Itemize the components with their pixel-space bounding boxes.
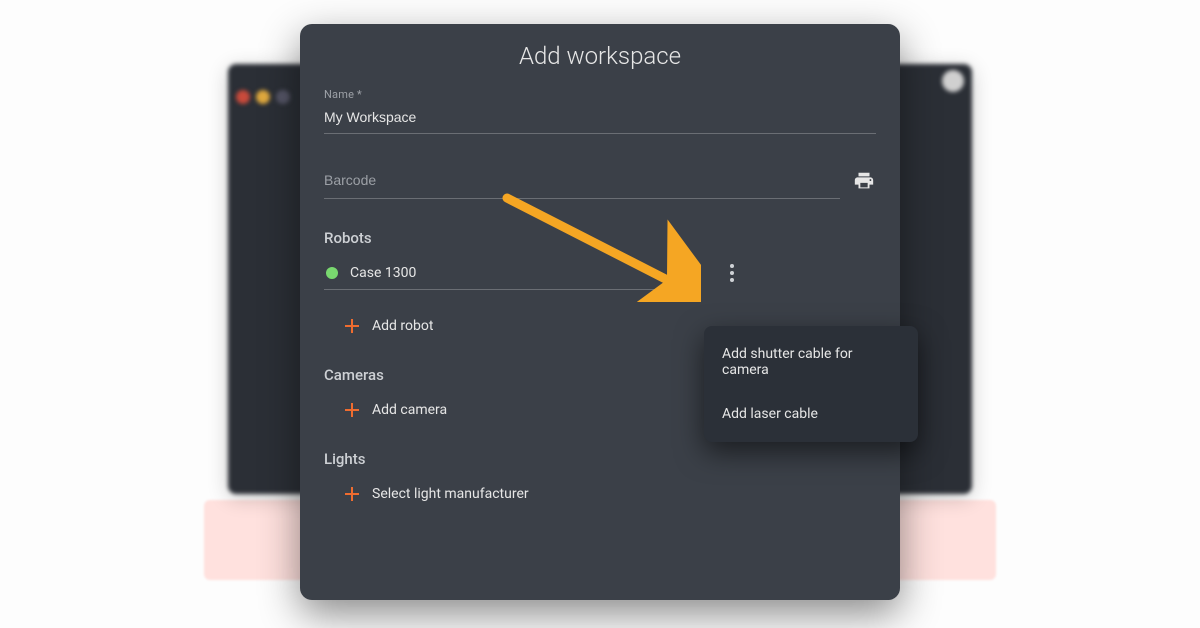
add-robot-label: Add robot [372,318,433,334]
name-field: Name * [324,88,876,134]
robot-more-button[interactable] [720,261,744,285]
modal-title: Add workspace [324,42,876,70]
robot-name: Case 1300 [350,265,658,281]
name-label: Name * [324,88,876,101]
menu-add-shutter-cable[interactable]: Add shutter cable for camera [704,332,918,392]
robot-context-menu: Add shutter cable for camera Add laser c… [704,326,918,442]
lights-heading: Lights [324,450,876,468]
print-icon[interactable] [852,169,876,193]
robot-select[interactable]: Case 1300 [324,265,684,290]
menu-add-laser-cable[interactable]: Add laser cable [704,392,918,436]
select-light-label: Select light manufacturer [372,486,529,502]
plus-icon [344,318,360,334]
bg-window-controls [236,90,290,104]
select-light-manufacturer-button[interactable]: Select light manufacturer [324,486,876,502]
add-camera-label: Add camera [372,402,447,418]
plus-icon [344,486,360,502]
barcode-field [324,162,876,199]
status-online-icon [326,267,338,279]
chevron-down-icon [670,270,680,276]
bg-avatar [942,70,964,92]
plus-icon [344,402,360,418]
name-input[interactable] [324,105,876,134]
add-workspace-modal: Add workspace Name * Robots Case 1300 Ad… [300,24,900,600]
barcode-input[interactable] [324,162,840,199]
robots-heading: Robots [324,229,876,247]
